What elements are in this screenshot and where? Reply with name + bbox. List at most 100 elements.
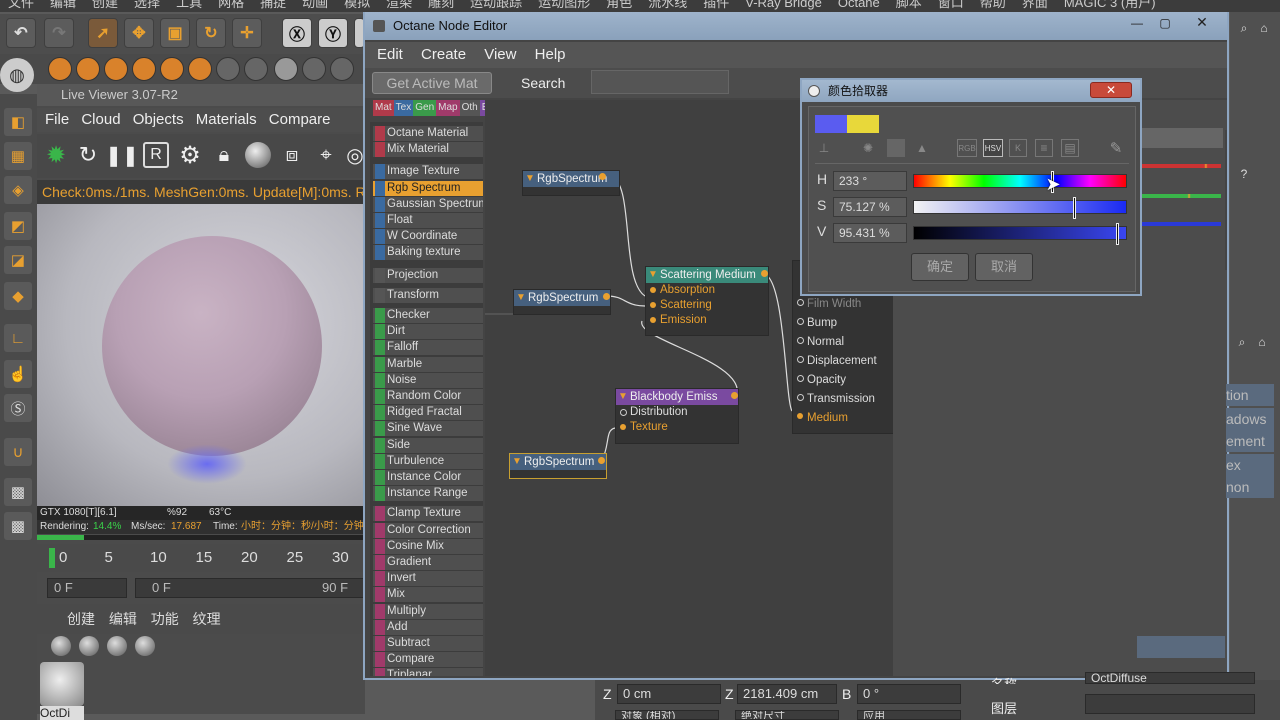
search-input[interactable] [591,70,729,94]
tweak-icon[interactable]: ☝ [4,360,32,388]
scattering-port[interactable]: Scattering [646,298,768,313]
cube-icon[interactable] [330,57,354,81]
top-menu-item[interactable]: 脚本 [896,0,922,10]
output-port[interactable] [603,293,610,300]
saturation-slider[interactable] [913,197,1127,219]
collapse-icon[interactable]: ▼ [512,456,522,467]
node-list-item[interactable]: Random Color [373,389,483,404]
start-frame-field[interactable]: 0 F [47,578,127,598]
cancel-button[interactable]: 取消 [975,253,1033,281]
cloud-icon[interactable] [274,57,298,81]
search-icon[interactable]: ⌕ [1234,334,1250,350]
absolute-size-select[interactable]: 绝对尺寸 [735,710,839,720]
hsv-mode-button[interactable]: HSV [983,139,1003,157]
mixer-icon[interactable]: ⊥ [815,139,833,157]
globe-icon[interactable]: ◍ [0,58,34,92]
node-list-item[interactable]: Marble [373,356,483,372]
top-menu-item[interactable]: 界面 [1022,0,1048,10]
output-port[interactable] [731,392,738,399]
collapse-icon[interactable]: ▼ [648,269,658,280]
axis-icon[interactable]: ∟ [4,324,32,352]
node-list-item[interactable]: Cosine Mix [373,538,483,554]
node-list-item[interactable]: Rgb Spectrum [373,180,483,196]
help-icon[interactable]: ? [1236,166,1252,182]
node-list-item[interactable]: Subtract [373,636,483,651]
render-view[interactable] [37,204,365,506]
value-slider[interactable] [913,223,1127,245]
texture-port[interactable]: Texture [616,420,738,435]
polygons-mode-icon[interactable]: ◆ [4,282,32,310]
slider-mode-icon[interactable]: ≡ [1035,139,1053,157]
crop-icon[interactable]: ⧈ [279,142,305,168]
frame-range-slider[interactable]: 0 F 90 F [135,578,365,598]
node-list-item[interactable]: Compare [373,652,483,668]
top-menu-item[interactable]: 模拟 [344,0,370,10]
z-size-field[interactable]: 2181.409 cm [737,684,837,704]
search-icon[interactable]: ⌕ [1236,20,1252,36]
attr-tab[interactable]: ex [1226,454,1274,476]
top-menu-item[interactable]: 运动图形 [538,0,590,10]
ne-menu-view[interactable]: View [484,46,516,63]
scale-tool-icon[interactable]: ▣ [160,18,190,48]
collapse-icon[interactable]: ▼ [516,292,526,303]
distribution-port[interactable]: Distribution [616,405,738,420]
value-field[interactable]: 95.431 % [833,223,907,243]
snap-icon[interactable]: Ⓢ [4,394,32,422]
model-mode-icon[interactable]: ◧ [4,108,32,136]
move-tool-icon[interactable]: ✥ [124,18,154,48]
node-list-item[interactable]: W Coordinate [373,229,483,245]
top-menu-item[interactable]: 流水线 [648,0,687,10]
render-settings-icon[interactable] [160,57,184,81]
ne-menu-help[interactable]: Help [535,46,566,63]
top-menu-item[interactable]: 捕捉 [260,0,286,10]
hue-slider[interactable] [913,171,1127,193]
top-menu-item[interactable]: 渲染 [386,0,412,10]
lock-icon[interactable]: ⌂ [1254,334,1270,350]
lock-icon[interactable]: 🔒︎ [211,142,237,168]
ok-button[interactable]: 确定 [911,253,969,281]
last-tool-icon[interactable]: ✛ [232,18,262,48]
node-list-item[interactable]: Clamp Texture [373,506,483,522]
timeline-playhead[interactable] [49,548,55,568]
absorption-port[interactable]: Absorption [646,283,768,298]
top-menu-item[interactable]: 网格 [218,0,244,10]
render-queue-icon[interactable] [188,57,212,81]
lock-workplane-icon[interactable]: ▩ [4,512,32,540]
apply-button[interactable]: 应用 [857,710,961,720]
lock-icon[interactable]: ⌂ [1256,20,1272,36]
node-list-item[interactable]: Projection [373,267,483,283]
b-rotation-field[interactable]: 0 ° [857,684,961,704]
sphere-icon[interactable] [302,57,326,81]
region-icon[interactable]: R [143,142,169,168]
node-list-item[interactable]: Multiply [373,603,483,619]
saturation-field[interactable]: 75.127 % [833,197,907,217]
material-thumbnail[interactable] [40,662,84,706]
node-list-item[interactable]: Float [373,213,483,228]
node-list-item[interactable]: Mix [373,587,483,603]
rgb-mode-button[interactable]: RGB [957,139,977,157]
output-port[interactable] [598,457,605,464]
lv-menu-objects[interactable]: Objects [133,111,184,128]
kelvin-mode-button[interactable]: K [1009,139,1027,157]
node-list-item[interactable]: Add [373,619,483,635]
attr-tab[interactable]: tion [1226,384,1274,406]
node-list-item[interactable]: Sine Wave [373,421,483,437]
rgb-spectrum-node[interactable]: RgbSpectrum ▼ [513,289,611,315]
normal-port[interactable]: Normal [793,333,893,352]
eyedropper-icon[interactable]: ✎ [1105,139,1127,157]
displacement-port[interactable]: Displacement [793,352,893,371]
preset-ball[interactable] [51,636,71,656]
ne-menu-edit[interactable]: Edit [377,46,403,63]
node-list-item[interactable]: Falloff [373,340,483,356]
pause-icon[interactable]: ❚❚ [105,142,139,168]
z-position-field[interactable]: 0 cm [617,684,721,704]
node-list-item[interactable]: Triplanar [373,668,483,676]
category-tab[interactable]: Tex [393,100,414,116]
grid-icon[interactable] [244,57,268,81]
output-port[interactable] [599,173,606,180]
value-knob[interactable] [1116,223,1120,245]
mat-menu-function[interactable]: 功能 [151,611,179,627]
node-list-item[interactable]: Dirt [373,324,483,340]
node-list-item[interactable]: Color Correction [373,522,483,538]
node-list-item[interactable]: Noise [373,372,483,388]
